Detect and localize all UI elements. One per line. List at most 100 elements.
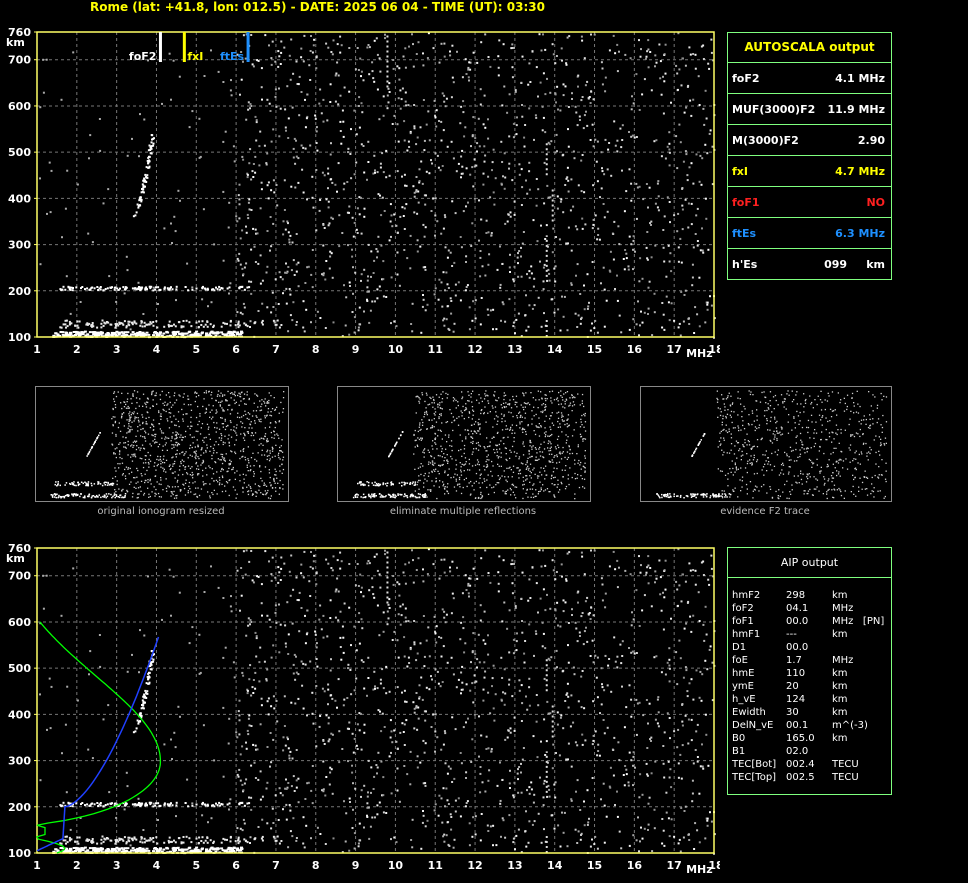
noise-dot	[414, 439, 416, 442]
es-trace	[163, 325, 166, 328]
noise-dot	[358, 213, 361, 216]
noise-dot	[434, 214, 437, 217]
noise-dot	[329, 250, 332, 253]
noise-dot	[162, 408, 164, 411]
noise-dot	[315, 229, 318, 232]
noise-dot	[472, 185, 475, 188]
noise-dot	[264, 433, 267, 435]
noise-dot	[261, 449, 263, 451]
noise-dot	[513, 437, 515, 439]
noise-dot	[413, 127, 416, 130]
noise-dot	[137, 281, 140, 284]
noise-dot	[600, 187, 603, 190]
noise-dot	[732, 474, 734, 476]
noise-dot	[177, 479, 179, 482]
noise-dot	[623, 210, 626, 213]
noise-dot	[500, 140, 503, 143]
multiple-reflection-trace	[364, 484, 366, 486]
noise-dot	[211, 391, 213, 393]
noise-dot	[550, 140, 553, 143]
noise-dot	[270, 189, 273, 192]
noise-dot	[872, 418, 874, 420]
noise-dot	[282, 488, 284, 490]
noise-dot	[274, 60, 277, 63]
noise-dot	[654, 244, 657, 247]
noise-dot	[143, 436, 146, 438]
noise-dot	[210, 418, 213, 420]
noise-dot	[583, 466, 585, 468]
noise-dot	[261, 480, 263, 482]
noise-dot	[231, 468, 233, 471]
noise-dot	[834, 467, 836, 469]
noise-dot	[876, 404, 879, 406]
es-trace	[100, 322, 103, 325]
noise-dot	[468, 306, 471, 309]
noise-dot	[220, 417, 222, 419]
noise-dot	[240, 400, 242, 402]
noise-dot	[523, 483, 525, 486]
noise-dot	[87, 232, 90, 235]
noise-dot	[563, 420, 565, 422]
noise-dot	[529, 470, 531, 472]
noise-dot	[302, 191, 305, 194]
noise-dot	[423, 452, 425, 454]
noise-dot	[236, 493, 238, 495]
multiple-reflection-trace	[144, 288, 147, 291]
noise-dot	[295, 270, 298, 273]
thumbnail-evidence-f2[interactable]	[640, 386, 892, 502]
noise-dot	[373, 154, 376, 157]
noise-dot	[620, 146, 623, 149]
noise-dot	[457, 404, 459, 407]
noise-dot	[553, 484, 555, 486]
noise-dot	[396, 231, 399, 234]
noise-dot	[211, 458, 213, 460]
noise-dot	[196, 496, 199, 498]
noise-dot	[492, 465, 494, 467]
noise-dot	[149, 426, 152, 429]
x-tick-label: 12	[467, 343, 482, 356]
noise-dot	[167, 420, 169, 422]
noise-dot	[417, 430, 419, 433]
noise-dot	[552, 53, 555, 56]
noise-dot	[831, 391, 834, 393]
noise-dot	[800, 472, 802, 475]
e-layer-trace	[180, 332, 184, 335]
noise-dot	[379, 162, 382, 165]
noise-dot	[266, 451, 268, 453]
es-trace	[125, 325, 128, 328]
noise-dot	[465, 403, 467, 405]
noise-dot	[222, 259, 225, 262]
noise-dot	[418, 475, 420, 477]
noise-dot	[718, 440, 721, 442]
noise-dot	[473, 482, 475, 484]
e-layer-trace	[108, 493, 110, 495]
thumbnail-eliminate-reflections[interactable]	[337, 386, 591, 502]
noise-dot	[247, 432, 250, 434]
noise-dot	[467, 400, 469, 402]
es-trace	[88, 322, 91, 325]
multiple-reflection-trace	[80, 287, 82, 290]
noise-dot	[245, 403, 247, 405]
noise-dot	[549, 415, 552, 417]
noise-dot	[221, 462, 224, 465]
e-layer-trace	[200, 332, 204, 335]
noise-dot	[472, 300, 475, 303]
noise-dot	[441, 464, 443, 466]
noise-dot	[756, 439, 759, 441]
noise-dot	[479, 427, 481, 429]
noise-dot	[780, 434, 782, 436]
noise-dot	[244, 410, 246, 412]
noise-dot	[528, 170, 531, 173]
noise-dot	[531, 448, 533, 450]
noise-dot	[339, 51, 342, 54]
noise-dot	[604, 90, 607, 93]
noise-dot	[731, 460, 733, 462]
noise-dot	[327, 167, 330, 170]
noise-dot	[532, 397, 534, 399]
f2-trace	[389, 452, 392, 455]
noise-dot	[151, 434, 153, 436]
e-layer-trace	[362, 493, 365, 496]
noise-dot	[161, 449, 164, 451]
noise-dot	[458, 478, 461, 481]
thumbnail-original[interactable]	[35, 386, 289, 502]
